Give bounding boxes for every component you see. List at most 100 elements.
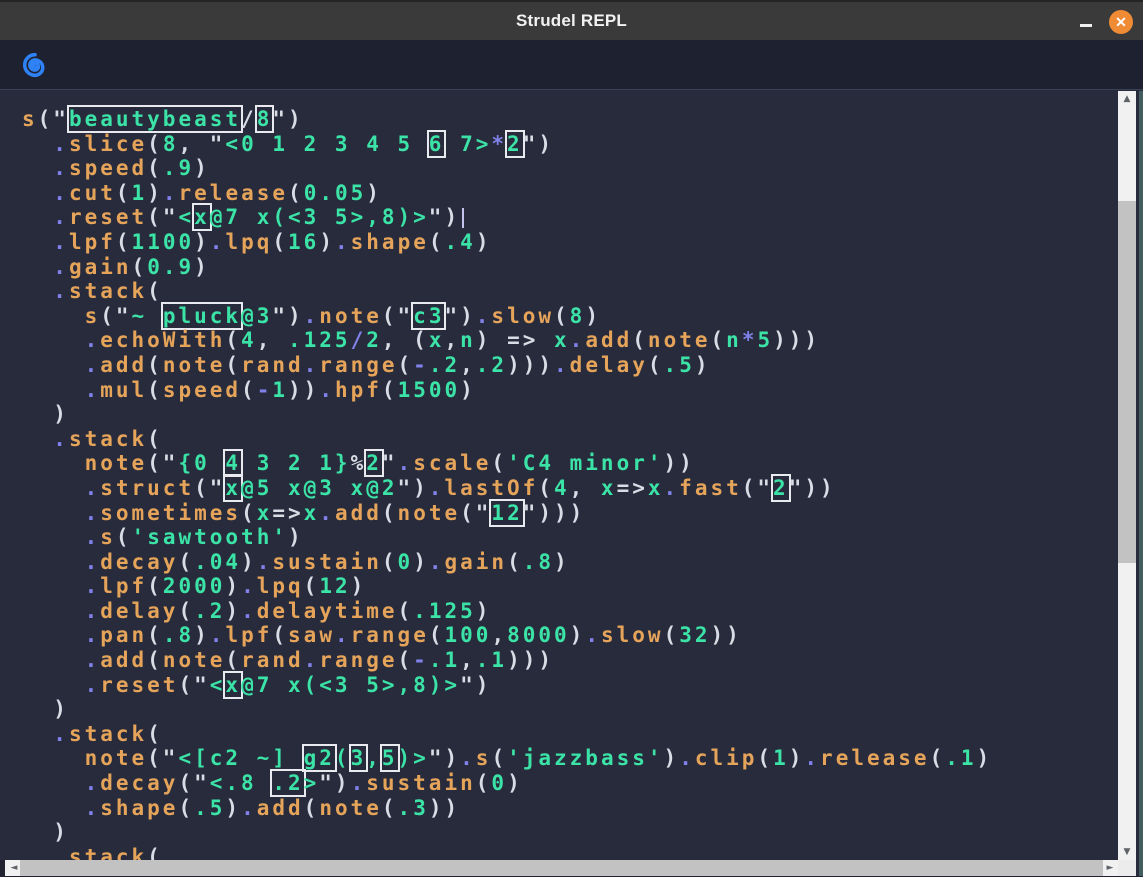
code-line: .add(note(rand.range(-.1,.1))) (22, 648, 992, 673)
code-token: note (648, 328, 711, 352)
active-event-highlight: 2 (366, 451, 382, 475)
code-token: 2 (366, 328, 382, 352)
code-editor[interactable]: s("beautybeast/8") .slice(8, "<0 1 2 3 4… (0, 91, 1118, 860)
code-token: ( (538, 476, 554, 500)
code-token: ) (554, 550, 570, 574)
code-token: <[c2 ~] (178, 746, 303, 770)
code-area[interactable]: s("beautybeast/8") .slice(8, "<0 1 2 3 4… (22, 107, 992, 860)
close-icon: ✕ (1115, 15, 1127, 29)
code-token: ") (319, 771, 350, 795)
code-token: ) (695, 353, 711, 377)
code-token: x (429, 328, 445, 352)
active-event-highlight: 3 (351, 746, 367, 770)
code-line: .gain(0.9) (22, 255, 992, 280)
active-event-highlight: g2 (304, 746, 335, 770)
active-event-highlight: 6 (429, 132, 445, 156)
code-token: . (210, 230, 226, 254)
code-token: ( (554, 304, 570, 328)
code-token: . (335, 230, 351, 254)
code-token: , (366, 746, 382, 770)
code-token: rand (241, 648, 304, 672)
close-button[interactable]: ✕ (1109, 10, 1133, 34)
code-token: ) (366, 181, 382, 205)
code-token: . (351, 771, 367, 795)
code-token: < (178, 205, 194, 229)
code-token: . (85, 525, 101, 549)
code-token: . (257, 550, 273, 574)
minimize-button[interactable] (1079, 13, 1093, 31)
code-token: ( (398, 648, 414, 672)
code-token: x (304, 501, 320, 525)
code-token: . (53, 230, 69, 254)
code-token: lpq (257, 574, 304, 598)
scroll-right-arrow-icon[interactable]: ► (1101, 860, 1119, 876)
code-token: . (53, 279, 69, 303)
code-token: 'sawtooth' (132, 525, 288, 549)
code-token: ( (711, 328, 727, 352)
code-token: s (85, 304, 101, 328)
code-token: . (53, 181, 69, 205)
code-token: . (85, 771, 101, 795)
code-token: 1 (773, 746, 789, 770)
code-token: . (85, 599, 101, 623)
code-token: . (804, 746, 820, 770)
code-line: s("~ pluck@3").note("c3").slow(8) (22, 304, 992, 329)
code-token: ( (147, 132, 163, 156)
code-token: ) => (476, 328, 554, 352)
active-event-highlight: x (225, 673, 241, 697)
horizontal-scrollbar[interactable]: ◄ ► (5, 860, 1119, 876)
horizontal-scrollbar-thumb[interactable] (20, 860, 1103, 876)
code-token: 0.05 (304, 181, 367, 205)
code-token: . (460, 746, 476, 770)
code-token: / (351, 328, 367, 352)
code-line: .stack( (22, 279, 992, 304)
code-line: .stack( (22, 845, 992, 860)
code-token: (" (382, 304, 413, 328)
code-token: . (304, 648, 320, 672)
code-token: ( (116, 230, 132, 254)
code-token: note (319, 796, 382, 820)
code-token: add (100, 648, 147, 672)
code-token: ( (147, 648, 163, 672)
code-token: lpq (225, 230, 272, 254)
code-token: lpf (69, 230, 116, 254)
code-line: .lpf(1100).lpq(16).shape(.4) (22, 230, 992, 255)
active-event-highlight: 2 (773, 476, 789, 500)
code-token: ) (476, 599, 492, 623)
code-token: .5 (664, 353, 695, 377)
code-token: . (241, 574, 257, 598)
code-token: rand (241, 353, 304, 377)
code-token: 4 (554, 476, 570, 500)
code-token: delay (570, 353, 648, 377)
code-token: ( (147, 378, 163, 402)
code-token: ( (225, 328, 241, 352)
scroll-down-arrow-icon[interactable]: ▼ (1118, 844, 1136, 860)
code-token: ") (272, 304, 303, 328)
code-token: . (319, 501, 335, 525)
scroll-up-arrow-icon[interactable]: ▲ (1118, 91, 1136, 107)
vertical-scrollbar[interactable]: ▲ ▼ (1118, 91, 1136, 860)
code-token: , (570, 476, 601, 500)
code-token: ( (382, 550, 398, 574)
code-token: ( (507, 550, 523, 574)
code-token: 0 (491, 771, 507, 795)
code-token: add (100, 353, 147, 377)
code-token: 'C4 minor' (507, 451, 663, 475)
code-token: lastOf (444, 476, 538, 500)
code-line: ) (22, 820, 992, 845)
code-token: ) (194, 230, 210, 254)
strudel-logo-icon[interactable] (20, 49, 50, 81)
code-token: x (257, 501, 273, 525)
code-token: .2 (429, 353, 460, 377)
code-token: speed (69, 156, 147, 180)
code-token: . (304, 353, 320, 377)
vertical-scrollbar-thumb[interactable] (1118, 201, 1136, 563)
titlebar[interactable]: Strudel REPL ✕ (0, 0, 1143, 40)
code-token: . (398, 451, 414, 475)
code-token: ) (570, 623, 586, 647)
code-token: .125 (288, 328, 351, 352)
code-token: slow (601, 623, 664, 647)
code-token: ( (225, 353, 241, 377)
code-token: ( (147, 574, 163, 598)
active-event-highlight: x (194, 205, 210, 229)
